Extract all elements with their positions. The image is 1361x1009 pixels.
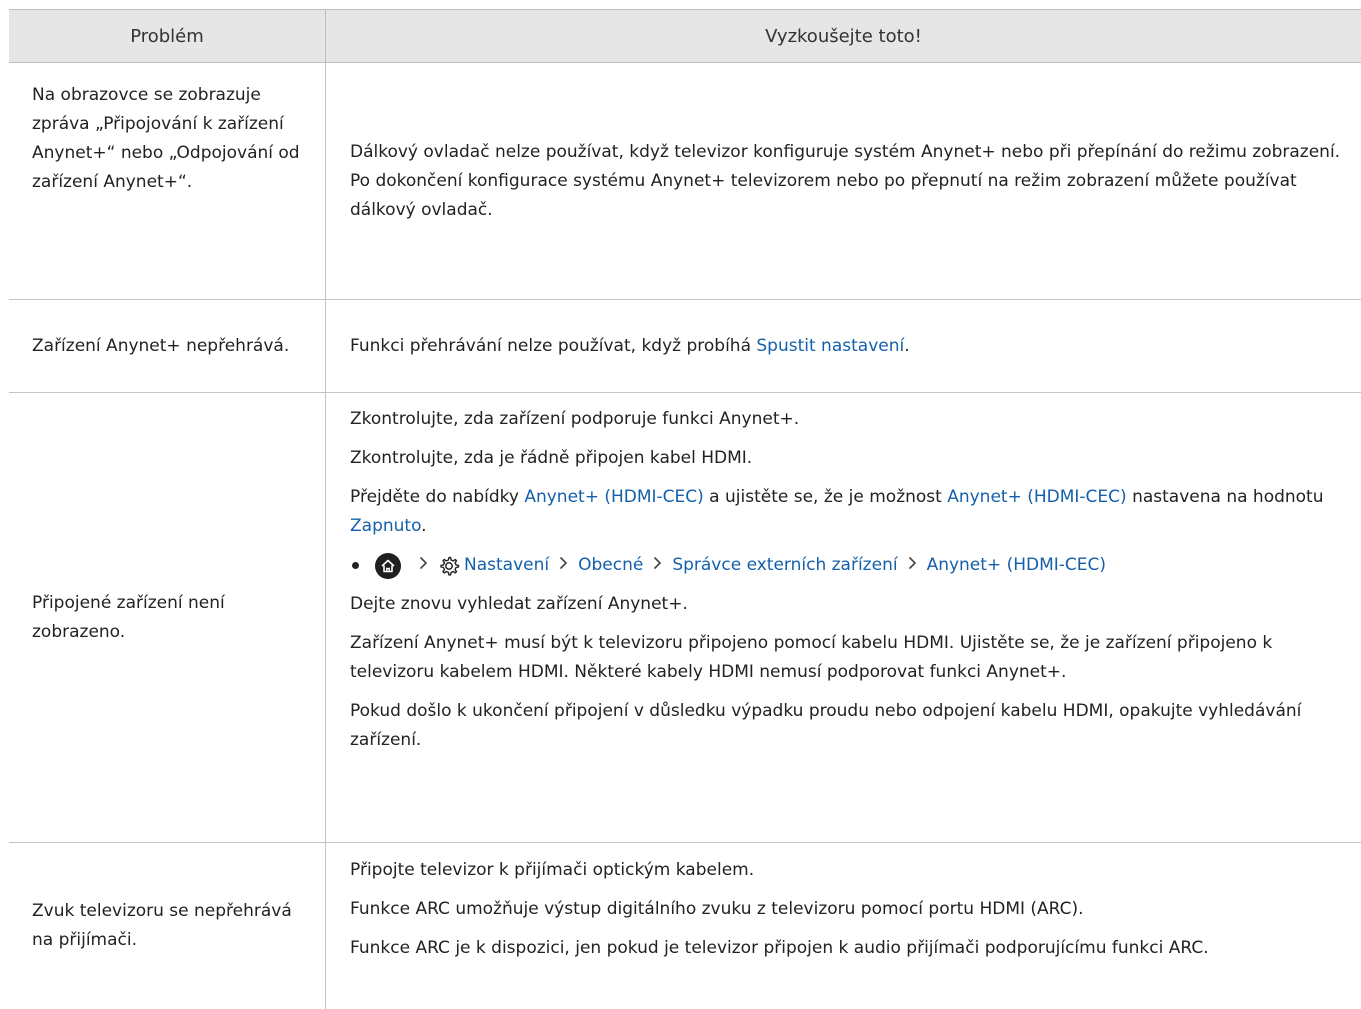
path-nastaveni[interactable]: Nastavení xyxy=(464,551,549,580)
spustit-nastaveni-link[interactable]: Spustit nastavení xyxy=(756,336,904,356)
gear-icon xyxy=(438,555,460,577)
anynet-hdmi-cec-link[interactable]: Anynet+ (HDMI-CEC) xyxy=(524,487,703,507)
text-fragment: nastavena na hodnotu xyxy=(1126,487,1324,507)
bullet xyxy=(352,562,359,569)
problem-cell: Zařízení Anynet+ nepřehrává. xyxy=(32,300,312,392)
path-obecne[interactable]: Obecné xyxy=(578,551,643,580)
solution-cell: Dálkový ovladač nelze používat, když tel… xyxy=(350,63,1355,299)
problem-cell: Zvuk televizoru se nepřehrává na přijíma… xyxy=(32,843,312,1009)
zapnuto-link[interactable]: Zapnuto xyxy=(350,516,421,536)
path-anynet-hdmi-cec[interactable]: Anynet+ (HDMI-CEC) xyxy=(927,551,1106,580)
header-solution: Vyzkoušejte toto! xyxy=(765,26,922,47)
table-row: Zvuk televizoru se nepřehrává na přijíma… xyxy=(9,843,1361,1009)
table-header: Problém Vyzkoušejte toto! xyxy=(9,9,1361,63)
solution-paragraph: Zkontrolujte, zda je řádně připojen kabe… xyxy=(350,448,753,468)
problem-cell: Připojené zařízení není zobrazeno. xyxy=(32,393,312,842)
solution-text-pre: Funkci přehrávání nelze používat, když p… xyxy=(350,335,757,356)
solution-paragraph: Zařízení Anynet+ musí být k televizoru p… xyxy=(350,633,1273,682)
solution-paragraph: Funkce ARC je k dispozici, jen pokud je … xyxy=(350,938,1209,958)
chevron-right-icon xyxy=(908,551,917,580)
solution-cell: Funkci přehrávání nelze používat, když p… xyxy=(350,300,1355,392)
header-problem: Problém xyxy=(130,26,204,47)
anynet-hdmi-cec-option-link[interactable]: Anynet+ (HDMI-CEC) xyxy=(947,487,1126,507)
problem-cell: Na obrazovce se zobrazuje zpráva „Připoj… xyxy=(32,85,300,192)
path-spravce-externich-zarizeni[interactable]: Správce externích zařízení xyxy=(672,551,897,580)
text-fragment: Přejděte do nabídky xyxy=(350,487,525,507)
problem-text: Připojené zařízení není zobrazeno. xyxy=(32,592,225,642)
solution-paragraph: Připojte televizor k přijímači optickým … xyxy=(350,860,755,880)
solution-text-post: . xyxy=(904,335,910,356)
chevron-right-icon xyxy=(653,551,662,580)
solution-text: Funkci přehrávání nelze používat, když p… xyxy=(350,332,1355,361)
solution-paragraph: Zkontrolujte, zda zařízení podporuje fun… xyxy=(350,409,800,429)
solution-cell: Připojte televizor k přijímači optickým … xyxy=(350,856,1355,963)
table-row: Na obrazovce se zobrazuje zpráva „Připoj… xyxy=(9,63,1361,299)
chevron-right-icon xyxy=(419,551,428,580)
solution-text: Dálkový ovladač nelze používat, když tel… xyxy=(350,141,1341,220)
menu-path: Nastavení Obecné Správce externích zaříz… xyxy=(350,551,1355,580)
problem-text: Zařízení Anynet+ nepřehrává. xyxy=(32,335,290,356)
solution-paragraph: Pokud došlo k ukončení připojení v důsle… xyxy=(350,701,1302,750)
text-fragment: a ujistěte se, že je možnost xyxy=(703,487,948,507)
home-icon[interactable] xyxy=(375,552,401,579)
solution-cell: Zkontrolujte, zda zařízení podporuje fun… xyxy=(350,405,1355,755)
problem-text: Zvuk televizoru se nepřehrává na přijíma… xyxy=(32,901,292,950)
text-fragment: . xyxy=(421,516,427,536)
table-row: Připojené zařízení není zobrazeno. Zkont… xyxy=(9,393,1361,842)
solution-paragraph: Dejte znovu vyhledat zařízení Anynet+. xyxy=(350,594,688,614)
table-row: Zařízení Anynet+ nepřehrává. Funkci přeh… xyxy=(9,300,1361,392)
solution-paragraph: Funkce ARC umožňuje výstup digitálního z… xyxy=(350,899,1084,919)
chevron-right-icon xyxy=(559,551,568,580)
troubleshooting-table: Problém Vyzkoušejte toto! Na obrazovce s… xyxy=(9,9,1361,1009)
solution-paragraph: Přejděte do nabídky Anynet+ (HDMI-CEC) a… xyxy=(350,483,1355,541)
